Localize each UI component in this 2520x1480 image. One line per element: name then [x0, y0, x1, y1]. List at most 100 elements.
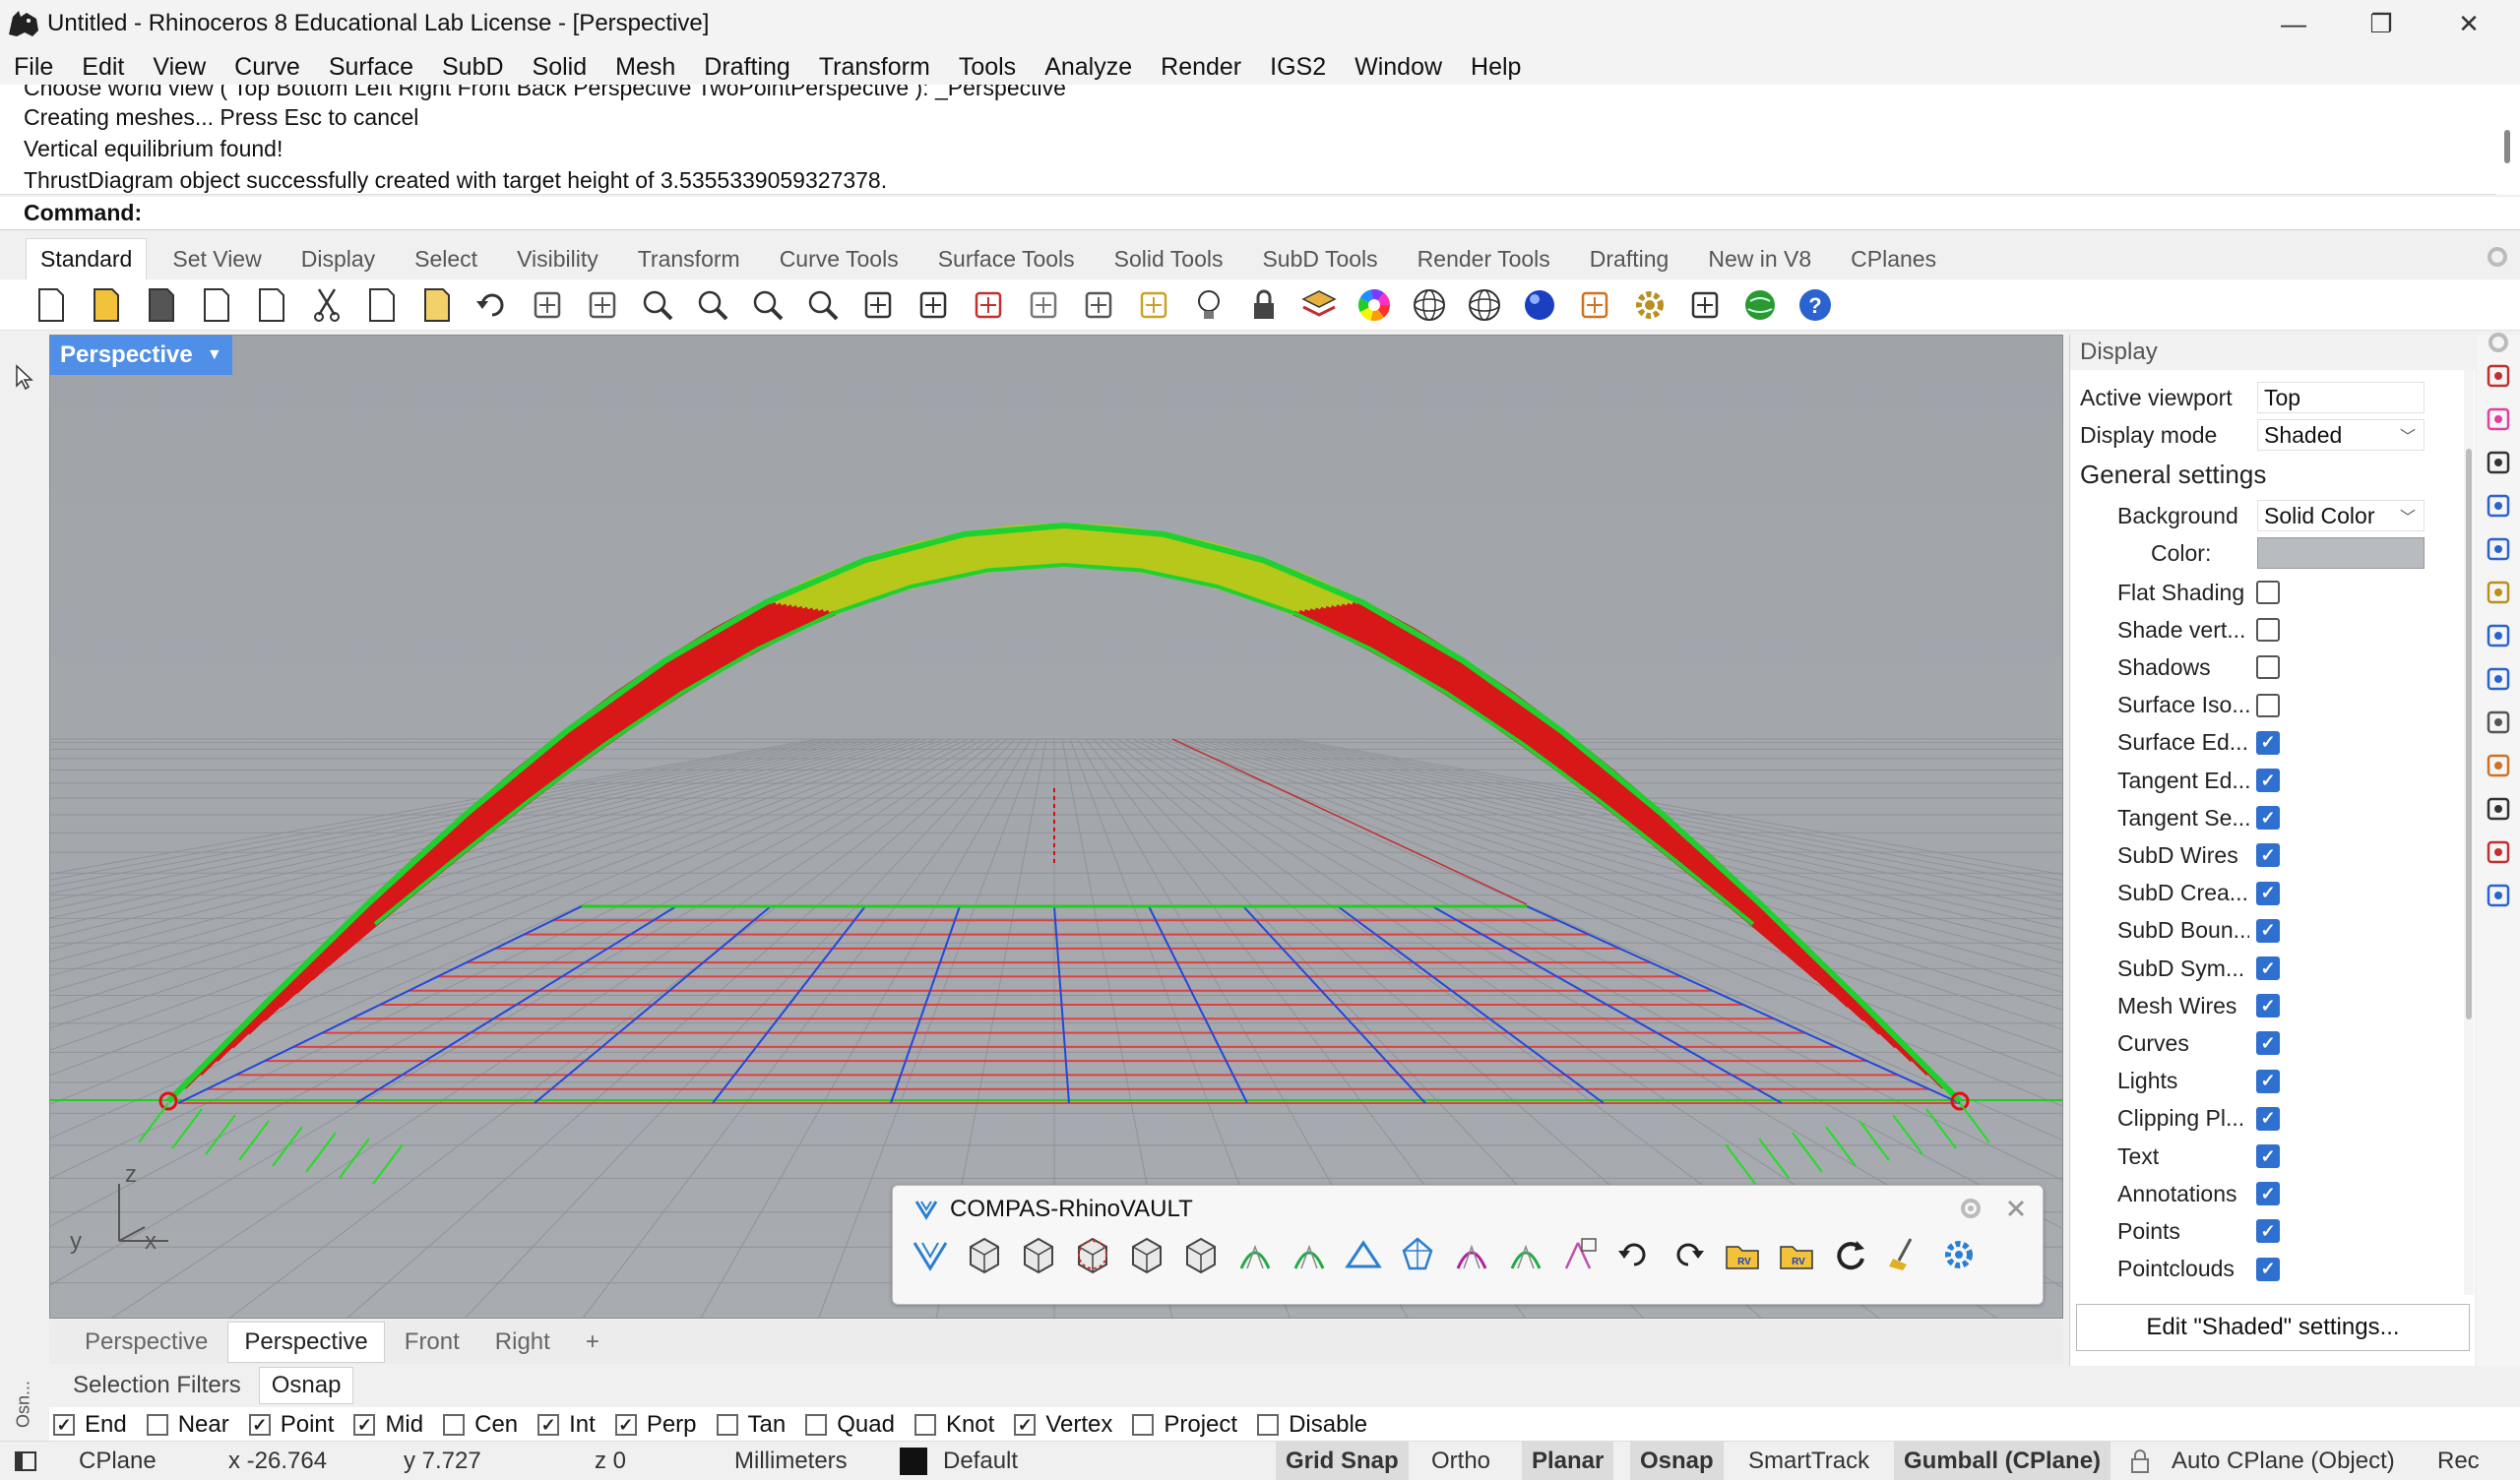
osnap-knot[interactable]: Knot: [914, 1411, 994, 1439]
dimension-icon[interactable]: [1681, 281, 1729, 329]
cut-icon[interactable]: [303, 281, 350, 329]
tab-cplanes[interactable]: CPlanes: [1837, 238, 1950, 279]
zoom-selected-icon[interactable]: [799, 281, 847, 329]
auto-cplane-toggle[interactable]: Auto CPlane (Object): [2172, 1442, 2395, 1480]
osnap-checkbox[interactable]: ✓: [537, 1414, 560, 1436]
display-option-checkbox[interactable]: ✓: [2256, 730, 2280, 755]
openings-icon[interactable]: [1502, 1231, 1549, 1278]
osnap-cen[interactable]: Cen: [443, 1411, 518, 1439]
layer-name[interactable]: Default: [943, 1442, 1018, 1480]
menu-file[interactable]: File: [14, 53, 53, 82]
panel-toggle-icon[interactable]: [14, 1449, 37, 1473]
rotate-view-alt-icon[interactable]: [854, 281, 902, 329]
force-diagram-icon[interactable]: [1394, 1231, 1441, 1278]
gumball-toggle[interactable]: Gumball (CPlane): [1894, 1442, 2111, 1480]
camera-icon[interactable]: [2485, 795, 2512, 823]
pattern-triangle-icon[interactable]: [1123, 1231, 1170, 1278]
new-file-icon[interactable]: [28, 281, 75, 329]
osnap-project[interactable]: Project: [1132, 1411, 1237, 1439]
command-input[interactable]: [148, 200, 2413, 226]
osnap-tan[interactable]: Tan: [716, 1411, 786, 1439]
tab-standard[interactable]: Standard: [26, 238, 148, 279]
menu-mesh[interactable]: Mesh: [615, 53, 675, 82]
snap-points-icon[interactable]: [1130, 281, 1177, 329]
menu-window[interactable]: Window: [1354, 53, 1442, 82]
pattern-box-icon[interactable]: [961, 1231, 1008, 1278]
close-button[interactable]: ✕: [2425, 0, 2513, 47]
tab-select[interactable]: Select: [401, 238, 491, 279]
display-option-checkbox[interactable]: ✓: [2256, 1182, 2280, 1206]
display-option-checkbox[interactable]: [2256, 618, 2280, 643]
menu-edit[interactable]: Edit: [82, 53, 124, 82]
cplane-label[interactable]: CPlane: [79, 1442, 157, 1480]
osnap-checkbox[interactable]: [1257, 1414, 1280, 1436]
color-icon[interactable]: [2485, 405, 2512, 433]
osnap-point[interactable]: ✓ Point: [248, 1411, 334, 1439]
display-option-checkbox[interactable]: ✓: [2256, 806, 2280, 831]
menu-drafting[interactable]: Drafting: [704, 53, 790, 82]
restore-button[interactable]: ❐: [2337, 0, 2426, 47]
layer-icon[interactable]: [1295, 281, 1343, 329]
notifications-icon[interactable]: [2485, 535, 2512, 563]
rendering-icon[interactable]: [2485, 838, 2512, 866]
display-option-checkbox[interactable]: ✓: [2256, 1069, 2280, 1093]
tab-solid-tools[interactable]: Solid Tools: [1101, 238, 1237, 279]
display-option-checkbox[interactable]: ✓: [2256, 1031, 2280, 1056]
display-option-checkbox[interactable]: ✓: [2256, 1219, 2280, 1244]
gear-icon[interactable]: [1958, 1196, 1984, 1221]
background-color-swatch[interactable]: [2257, 537, 2425, 569]
thrust-diagram-icon[interactable]: [1448, 1231, 1495, 1278]
menu-transform[interactable]: Transform: [819, 53, 930, 82]
osnap-checkbox[interactable]: [443, 1414, 466, 1436]
planar-toggle[interactable]: Planar: [1522, 1442, 1614, 1480]
display-option-checkbox[interactable]: [2256, 655, 2280, 680]
pattern-grid-icon[interactable]: [1015, 1231, 1062, 1278]
perspective-viewport[interactable]: z y x Perspective ▼: [49, 335, 2063, 1319]
ortho-toggle[interactable]: Ortho: [1431, 1442, 1490, 1480]
menu-solid[interactable]: Solid: [533, 53, 588, 82]
menu-view[interactable]: View: [153, 53, 206, 82]
display-option-checkbox[interactable]: [2256, 581, 2280, 604]
rv-logo-icon[interactable]: [907, 1231, 954, 1278]
osnap-vertex[interactable]: ✓ Vertex: [1014, 1411, 1112, 1439]
tab-transform[interactable]: Transform: [624, 238, 754, 279]
sun-icon[interactable]: [2485, 752, 2512, 779]
copy-icon[interactable]: [358, 281, 406, 329]
osnap-checkbox[interactable]: [1132, 1414, 1155, 1436]
redo-icon[interactable]: [1665, 1231, 1712, 1278]
display-option-checkbox[interactable]: ✓: [2256, 956, 2280, 980]
display-option-checkbox[interactable]: ✓: [2256, 1106, 2280, 1131]
tab-osnap[interactable]: Osnap: [258, 1367, 354, 1404]
display-option-checkbox[interactable]: ✓: [2256, 1257, 2280, 1281]
menu-igs2[interactable]: IGS2: [1270, 53, 1326, 82]
osnap-checkbox[interactable]: ✓: [1014, 1414, 1037, 1436]
menu-analyze[interactable]: Analyze: [1044, 53, 1132, 82]
osnap-perp[interactable]: ✓ Perp: [614, 1411, 697, 1439]
osnap-int[interactable]: ✓ Int: [537, 1411, 596, 1439]
open-folder-icon[interactable]: [83, 281, 130, 329]
help-icon[interactable]: [2485, 492, 2512, 520]
globe-render-icon[interactable]: [1736, 281, 1784, 329]
osnap-checkbox[interactable]: [914, 1414, 936, 1436]
menu-help[interactable]: Help: [1471, 53, 1521, 82]
point-icon[interactable]: [1075, 281, 1122, 329]
minimize-button[interactable]: —: [2249, 0, 2338, 47]
color-wheel-icon[interactable]: [1351, 281, 1398, 329]
display-option-checkbox[interactable]: ✓: [2256, 881, 2280, 905]
menu-tools[interactable]: Tools: [959, 53, 1016, 82]
gear-icon[interactable]: [2485, 329, 2512, 356]
named-views-icon[interactable]: [2485, 882, 2512, 909]
display-option-checkbox[interactable]: [2256, 693, 2280, 717]
rotate-view-icon[interactable]: [579, 281, 626, 329]
pattern-star-icon[interactable]: [1177, 1231, 1225, 1278]
print-icon[interactable]: [193, 281, 240, 329]
lock-icon[interactable]: [1240, 281, 1288, 329]
display-mode-select[interactable]: Shaded ﹀: [2257, 419, 2425, 451]
menu-curve[interactable]: Curve: [234, 53, 300, 82]
tab-visibility[interactable]: Visibility: [503, 238, 612, 279]
paste-icon[interactable]: [413, 281, 461, 329]
sun-dim-icon[interactable]: [1571, 281, 1618, 329]
osnap-near[interactable]: Near: [146, 1411, 229, 1439]
import-icon[interactable]: [248, 281, 295, 329]
close-icon[interactable]: [2005, 1198, 2027, 1219]
